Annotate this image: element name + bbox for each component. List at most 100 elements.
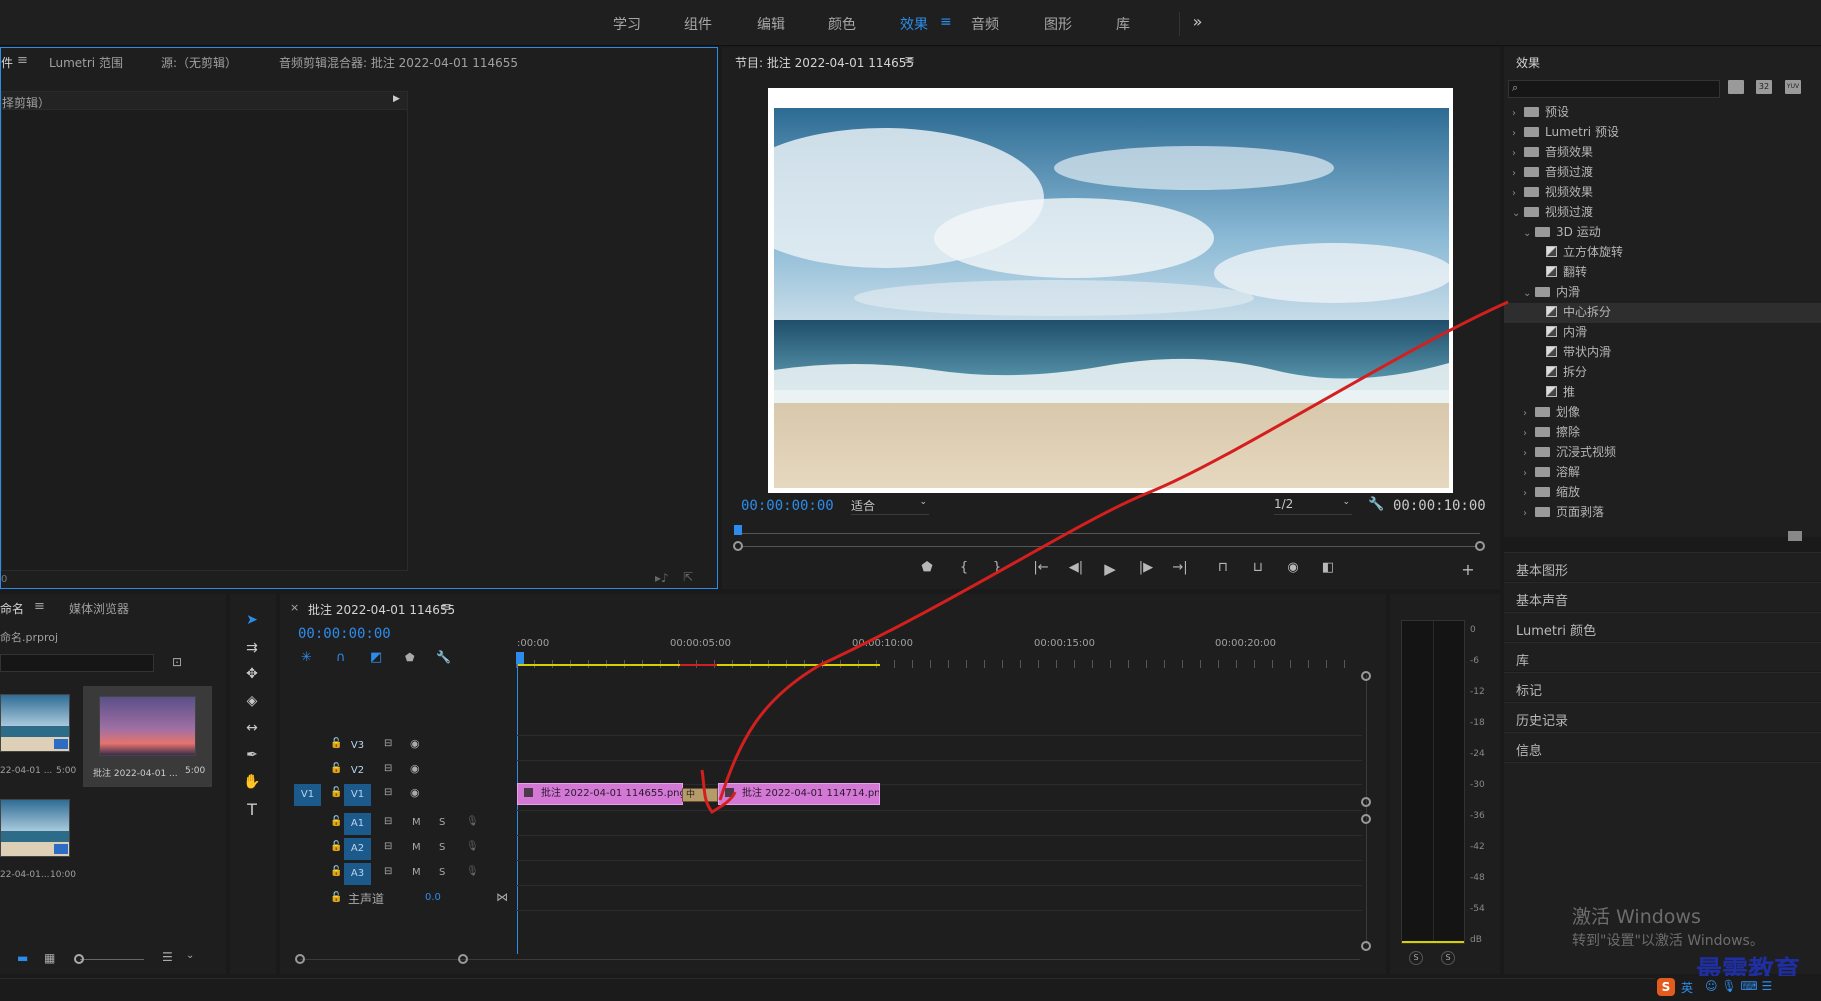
zoom-level-select[interactable]: 适合 ⌄ — [851, 497, 929, 515]
step-back-icon[interactable]: ◀| — [1066, 560, 1086, 575]
effects-tree-item[interactable]: 翻转 — [1504, 263, 1821, 283]
workspace-tab-libraries[interactable]: 库 — [1116, 14, 1130, 34]
hamburger-icon[interactable]: ≡ — [940, 14, 952, 30]
export-frame-icon[interactable]: ⇱ — [683, 570, 693, 584]
timeline-playhead-head[interactable] — [516, 652, 524, 664]
effects-tree-item[interactable]: ⌄ 3D 运动 — [1504, 223, 1821, 243]
horizontal-scroll-handle[interactable] — [295, 954, 305, 964]
tab-effect-controls[interactable]: 件 — [1, 54, 13, 71]
lock-icon[interactable]: 🔓 — [330, 816, 342, 827]
mute-button[interactable]: M — [412, 842, 421, 853]
zoom-scroll-bar[interactable] — [738, 546, 1480, 547]
mute-button[interactable]: M — [412, 817, 421, 828]
accelerated-effects-icon[interactable] — [1728, 80, 1744, 94]
selection-tool-icon[interactable]: ➤ — [240, 612, 264, 632]
effects-title[interactable]: 效果 — [1516, 54, 1540, 71]
solo-button[interactable]: S — [439, 867, 445, 878]
master-volume-value[interactable]: 0.0 — [425, 892, 441, 903]
icon-view-icon[interactable]: ▦ — [44, 951, 55, 965]
effects-tree-item[interactable]: › 音频效果 — [1504, 143, 1821, 163]
effects-tree-item[interactable]: ⌄ 内滑 — [1504, 283, 1821, 303]
track-select-tool-icon[interactable]: ⇉ — [240, 640, 264, 660]
chevron-right-icon[interactable]: › — [1523, 428, 1535, 439]
export-frame-camera-icon[interactable]: ◉ — [1283, 560, 1303, 575]
lock-icon[interactable]: 🔓 — [330, 866, 342, 877]
chevron-right-icon[interactable]: › — [1512, 168, 1524, 179]
effects-tree-item[interactable]: › 沉浸式视频 — [1504, 443, 1821, 463]
workspace-tab-effects[interactable]: 效果 — [900, 14, 928, 34]
sogou-ime-icon[interactable]: S — [1657, 978, 1675, 996]
solo-button[interactable]: S — [439, 817, 445, 828]
mute-button[interactable]: M — [412, 867, 421, 878]
sync-lock-icon[interactable]: ⊟ — [384, 787, 392, 798]
lift-icon[interactable]: ⊓ — [1213, 560, 1233, 575]
ripple-edit-tool-icon[interactable]: ✥ — [240, 666, 264, 686]
solo-right-button[interactable]: S — [1441, 951, 1455, 965]
workspace-tab-audio[interactable]: 音频 — [971, 14, 999, 34]
program-time-ruler[interactable] — [738, 533, 1480, 534]
ime-language[interactable]: 英 — [1681, 979, 1693, 996]
razor-tool-icon[interactable]: ◈ — [240, 693, 264, 713]
microphone-icon[interactable]: 🎙 — [466, 866, 479, 877]
transition-center-split[interactable]: 中 — [682, 788, 718, 802]
chevron-right-icon[interactable]: › — [1512, 108, 1524, 119]
32bit-effects-icon[interactable]: 32 — [1756, 80, 1772, 94]
lock-icon[interactable]: 🔓 — [330, 787, 342, 798]
effects-tree-item[interactable]: 中心拆分 — [1504, 303, 1821, 323]
chevron-right-icon[interactable]: › — [1523, 508, 1535, 519]
vertical-scroll-track[interactable] — [1366, 675, 1367, 945]
panel-menu-icon[interactable]: ≡ — [441, 600, 452, 615]
lock-icon[interactable]: 🔓 — [330, 763, 342, 774]
compare-view-icon[interactable]: ◧ — [1318, 560, 1338, 575]
clip-thumbnail-2[interactable] — [99, 696, 196, 756]
effects-search-input[interactable]: ⌕ — [1508, 80, 1720, 98]
add-marker-icon[interactable]: ⬟ — [917, 560, 937, 575]
expand-arrow-icon[interactable]: ▶ — [393, 94, 400, 104]
panel-menu-icon[interactable]: ≡ — [904, 53, 915, 68]
vertical-scroll-handle[interactable] — [1361, 797, 1371, 807]
panel-menu-icon[interactable]: ≡ — [17, 53, 28, 68]
panel-essential-sound[interactable]: 基本声音 — [1504, 582, 1821, 611]
slider-handle[interactable] — [74, 954, 84, 964]
track-label-a3[interactable]: A3 — [344, 863, 371, 885]
playback-resolution-select[interactable]: 1/2 ⌄ — [1274, 497, 1352, 515]
track-label-v1[interactable]: V1 — [344, 784, 371, 806]
chevron-down-icon[interactable]: ⌄ — [186, 950, 194, 961]
ime-tools-icon[interactable]: ☺ 🎙 ⌨ ☰ — [1705, 979, 1772, 993]
track-label-a1[interactable]: A1 — [344, 813, 371, 835]
effects-tree-item[interactable]: › 视频效果 — [1504, 183, 1821, 203]
step-forward-icon[interactable]: |▶ — [1136, 560, 1156, 575]
lock-icon[interactable]: 🔓 — [330, 841, 342, 852]
pen-tool-icon[interactable]: ✒ — [240, 747, 264, 767]
chevron-right-icon[interactable]: › — [1512, 188, 1524, 199]
horizontal-scroll-handle[interactable] — [458, 954, 468, 964]
slip-tool-icon[interactable]: ↔ — [240, 720, 264, 740]
wrench-settings-icon[interactable]: 🔧 — [1368, 497, 1384, 512]
tab-media-browser[interactable]: 媒体浏览器 — [69, 600, 129, 617]
effects-tree-item[interactable]: ⌄ 视频过渡 — [1504, 203, 1821, 223]
chevron-down-icon[interactable]: ⌄ — [1523, 288, 1535, 299]
effects-tree-item[interactable]: 内滑 — [1504, 323, 1821, 343]
chevron-right-icon[interactable]: › — [1523, 488, 1535, 499]
sync-lock-icon[interactable]: ⊟ — [384, 816, 392, 827]
effects-tree-item[interactable]: 立方体旋转 — [1504, 243, 1821, 263]
zoom-handle-right[interactable] — [1475, 541, 1485, 551]
snap-magnet-icon[interactable]: ∩ — [336, 650, 346, 665]
panel-markers[interactable]: 标记 — [1504, 672, 1821, 701]
solo-button[interactable]: S — [439, 842, 445, 853]
extract-icon[interactable]: ⊔ — [1248, 560, 1268, 575]
clip-thumbnail-1[interactable] — [0, 694, 70, 752]
panel-history[interactable]: 历史记录 — [1504, 702, 1821, 731]
eye-icon[interactable]: ◉ — [410, 762, 420, 775]
timeline-timecode[interactable]: 00:00:00:00 — [298, 626, 391, 642]
chevron-right-icon[interactable]: › — [1512, 128, 1524, 139]
effects-tree-item[interactable]: › 擦除 — [1504, 423, 1821, 443]
effects-tree-item[interactable]: › 划像 — [1504, 403, 1821, 423]
tab-project[interactable]: 命名 — [0, 600, 24, 617]
sync-lock-icon[interactable]: ⊟ — [384, 841, 392, 852]
vertical-scroll-handle[interactable] — [1361, 814, 1371, 824]
video-clip-1[interactable]: 批注 2022-04-01 114655.png — [517, 783, 683, 805]
chevron-down-icon[interactable]: ⌄ — [1512, 208, 1524, 219]
more-workspaces-button[interactable]: » — [1179, 12, 1215, 36]
chevron-right-icon[interactable]: › — [1512, 148, 1524, 159]
